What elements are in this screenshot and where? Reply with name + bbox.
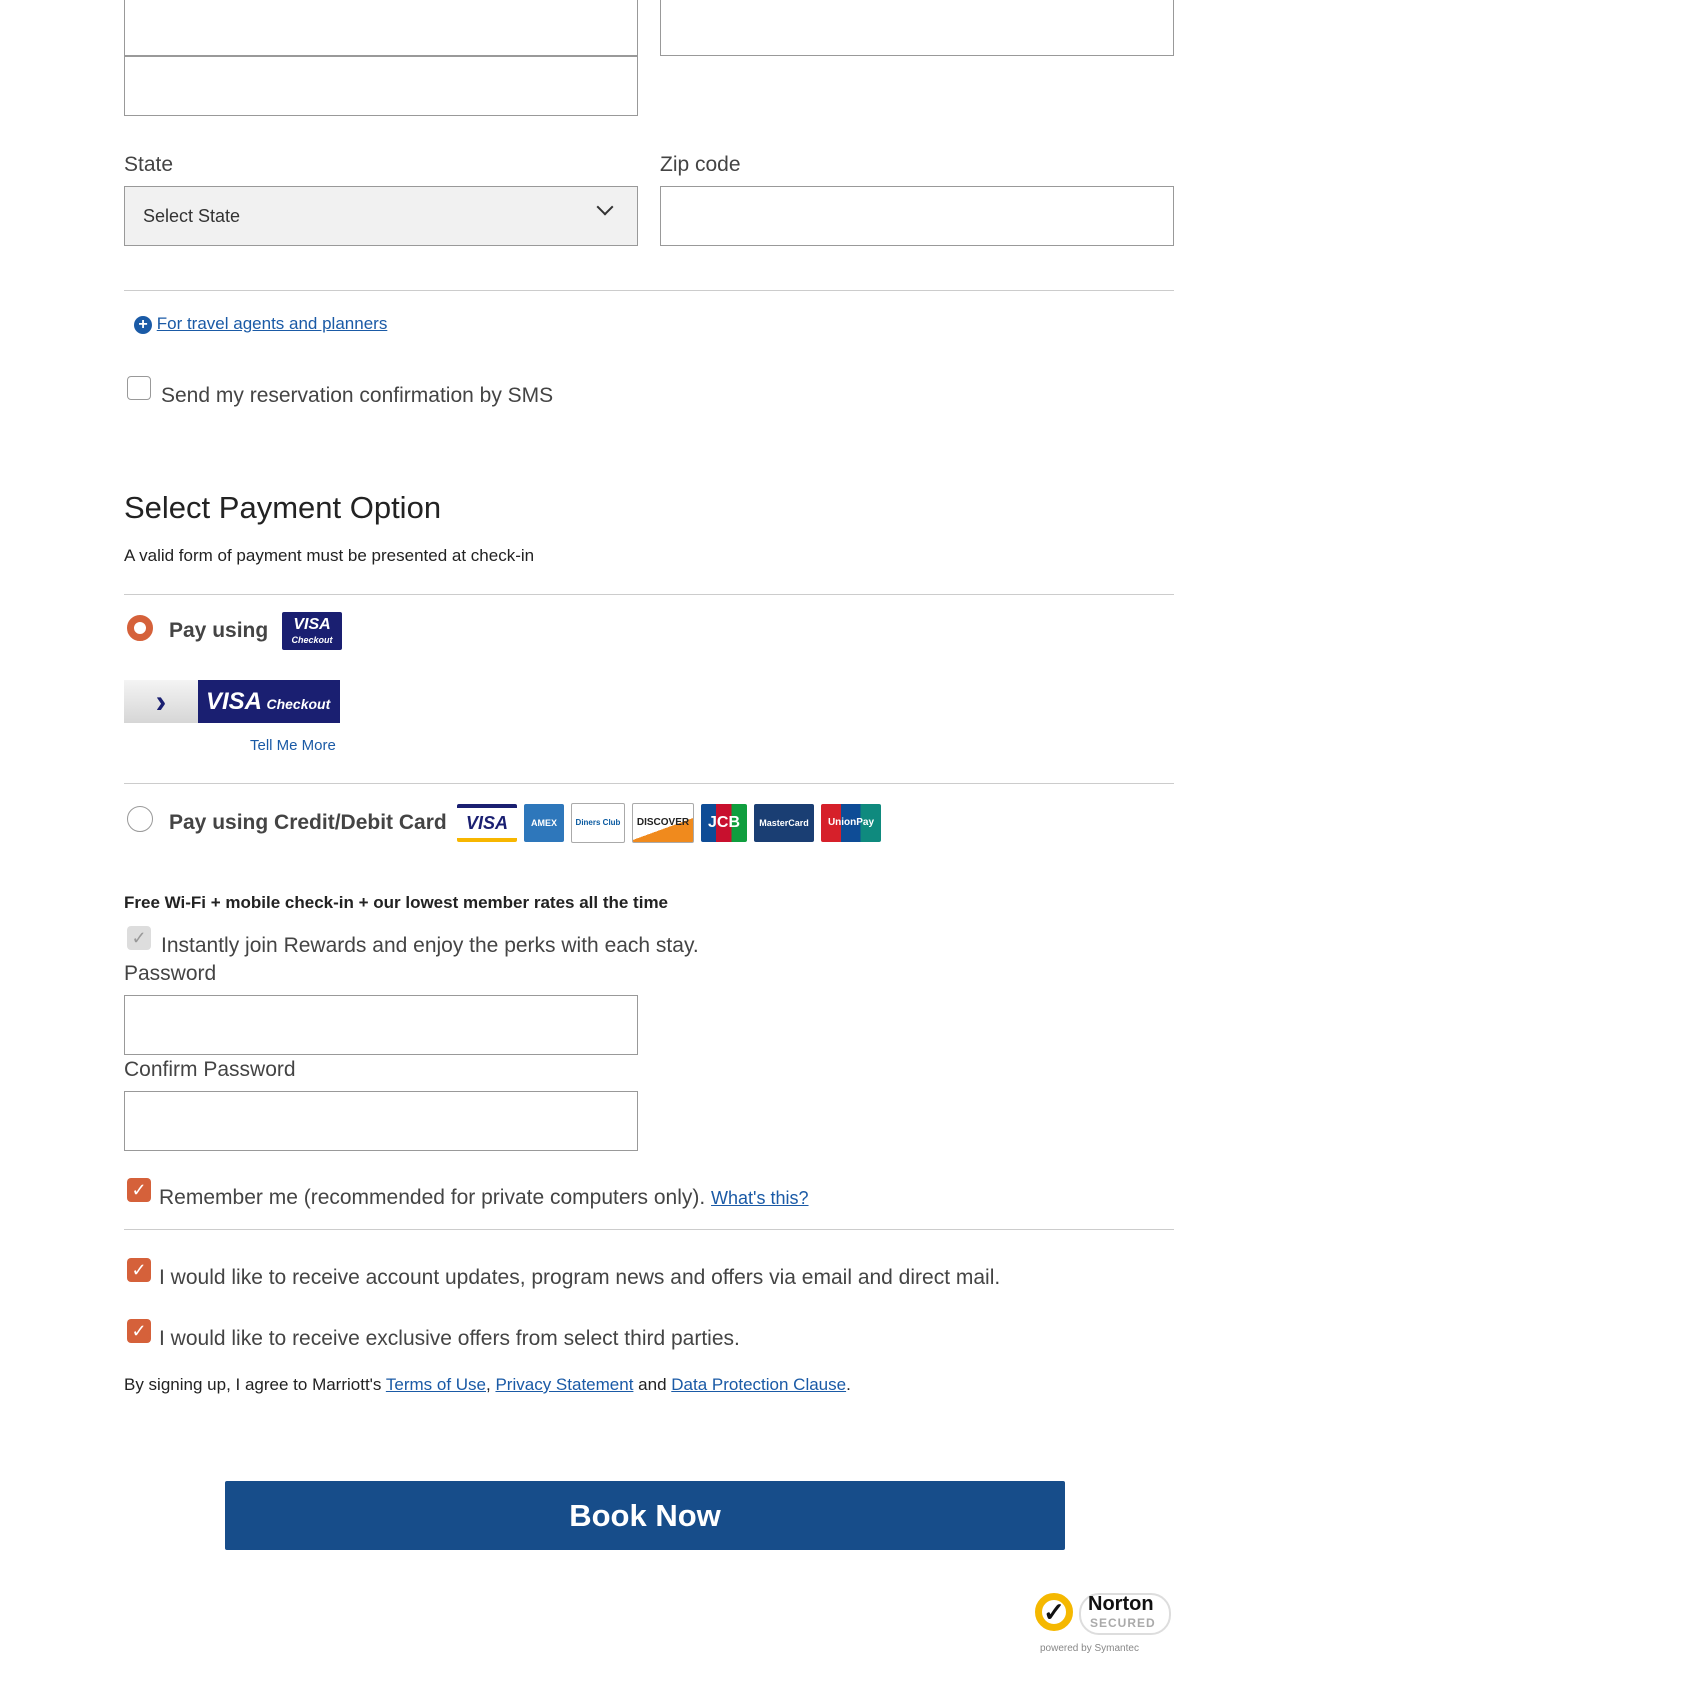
account-updates-checkbox[interactable]: ✓: [127, 1258, 151, 1282]
visa-checkout-button[interactable]: › VISA Checkout: [124, 680, 340, 723]
pay-using-card-label: Pay using Credit/Debit Card: [169, 811, 447, 834]
state-label: State: [124, 153, 174, 176]
whats-this-link[interactable]: What's this?: [711, 1188, 808, 1208]
confirm-password-field[interactable]: [124, 1091, 638, 1151]
join-rewards-label: Instantly join Rewards and enjoy the per…: [161, 934, 699, 957]
third-party-checkbox[interactable]: ✓: [127, 1319, 151, 1343]
tell-me-more-link[interactable]: Tell Me More: [250, 737, 336, 754]
amex-logo: AMEX: [524, 804, 564, 842]
divider: [124, 594, 1174, 595]
city-field[interactable]: [660, 0, 1174, 56]
rewards-headline: Free Wi-Fi + mobile check-in + our lowes…: [124, 893, 669, 912]
visa-logo: VISA: [457, 804, 517, 842]
account-updates-label: I would like to receive account updates,…: [159, 1266, 1001, 1289]
mastercard-logo: MasterCard: [754, 804, 814, 842]
remember-me-checkbox[interactable]: ✓: [127, 1178, 151, 1202]
jcb-logo: JCB: [701, 804, 747, 842]
payment-subtitle: A valid form of payment must be presente…: [124, 546, 535, 565]
data-protection-link[interactable]: Data Protection Clause: [671, 1375, 846, 1394]
payment-title: Select Payment Option: [124, 490, 442, 525]
state-select-value: Select State: [143, 206, 241, 226]
travel-agents-link-text: For travel agents and planners: [156, 314, 388, 333]
chevron-down-icon: [596, 198, 614, 216]
divider: [124, 1229, 1174, 1230]
sms-label: Send my reservation confirmation by SMS: [161, 384, 554, 407]
unionpay-logo: UnionPay: [821, 804, 881, 842]
zip-label: Zip code: [660, 153, 741, 176]
norton-check-icon: ✓: [1035, 1593, 1073, 1631]
credit-card-radio[interactable]: [127, 806, 153, 832]
divider: [124, 783, 1174, 784]
diners-logo: Diners Club: [571, 803, 625, 843]
travel-agents-link[interactable]: + For travel agents and planners: [134, 314, 387, 334]
state-select[interactable]: Select State: [124, 186, 638, 246]
sms-checkbox[interactable]: [127, 376, 151, 400]
password-label: Password: [124, 962, 217, 985]
visa-checkout-radio[interactable]: [127, 615, 153, 641]
join-rewards-checkbox[interactable]: ✓: [127, 926, 151, 950]
remember-me-label: Remember me (recommended for private com…: [159, 1186, 809, 1209]
third-party-label: I would like to receive exclusive offers…: [159, 1327, 740, 1350]
address-line-field[interactable]: [124, 0, 638, 56]
zip-field[interactable]: [660, 186, 1174, 246]
plus-circle-icon: +: [134, 315, 152, 334]
terms-of-use-link[interactable]: Terms of Use: [386, 1375, 486, 1394]
visa-checkout-badge: VISA Checkout: [282, 612, 342, 650]
divider: [124, 290, 1174, 291]
norton-secured-seal: ✓ Norton SECURED powered by Symantec: [1035, 1583, 1175, 1661]
card-logos: VISA AMEX Diners Club DISCOVER JCB MasterCard…: [457, 803, 888, 843]
chevron-right-icon: ›: [124, 680, 198, 723]
password-field[interactable]: [124, 995, 638, 1055]
discover-logo: DISCOVER: [632, 803, 694, 843]
terms-text: By signing up, I agree to Marriott's Ter…: [124, 1375, 851, 1394]
confirm-password-label: Confirm Password: [124, 1058, 296, 1081]
privacy-statement-link[interactable]: Privacy Statement: [495, 1375, 633, 1394]
address-line-2-field[interactable]: [124, 56, 638, 116]
book-now-button[interactable]: Book Now: [225, 1481, 1065, 1550]
pay-using-label: Pay using: [169, 619, 269, 642]
